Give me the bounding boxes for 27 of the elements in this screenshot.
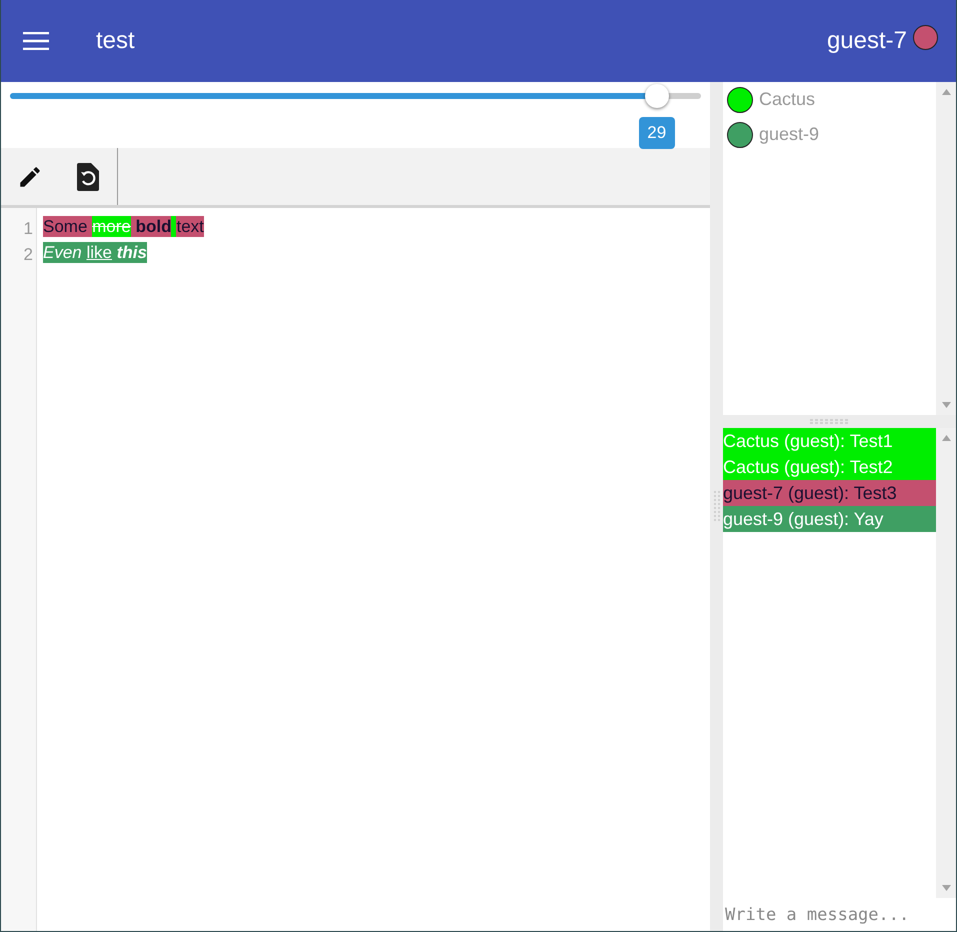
text-run: Some xyxy=(43,216,92,237)
user-name: guest-9 xyxy=(759,123,820,146)
scroll-up-icon[interactable] xyxy=(942,435,950,441)
scroll-down-icon[interactable] xyxy=(942,885,950,891)
text-run: bold xyxy=(130,216,172,237)
text-run: this xyxy=(112,242,147,263)
chat-message: Cactus (guest): Test2 xyxy=(723,454,936,480)
document-title: test xyxy=(96,26,135,56)
chat-message: Cactus (guest): Test1 xyxy=(723,428,936,454)
scroll-up-icon[interactable] xyxy=(942,89,950,95)
slider-thumb[interactable] xyxy=(644,84,669,108)
line-number: 1 xyxy=(24,218,33,240)
user-name: guest-7 xyxy=(826,26,907,56)
text-run: text xyxy=(176,216,204,237)
text-run: more xyxy=(92,216,131,237)
user-name: Cactus xyxy=(759,88,816,111)
slider-value-label: 29 xyxy=(638,117,675,149)
text-run: Even xyxy=(43,242,86,263)
menu-icon[interactable] xyxy=(23,32,49,50)
chat-message: guest-7 (guest): Test3 xyxy=(723,480,936,506)
splitter-handle-icon[interactable] xyxy=(810,419,850,424)
line-number: 2 xyxy=(24,244,33,266)
scroll-down-icon[interactable] xyxy=(942,402,950,408)
chat-message: guest-9 (guest): Yay xyxy=(723,506,936,532)
file-restore-icon xyxy=(76,162,100,190)
message-field[interactable]: Write a message... xyxy=(723,898,956,931)
text-run: like xyxy=(86,242,112,263)
